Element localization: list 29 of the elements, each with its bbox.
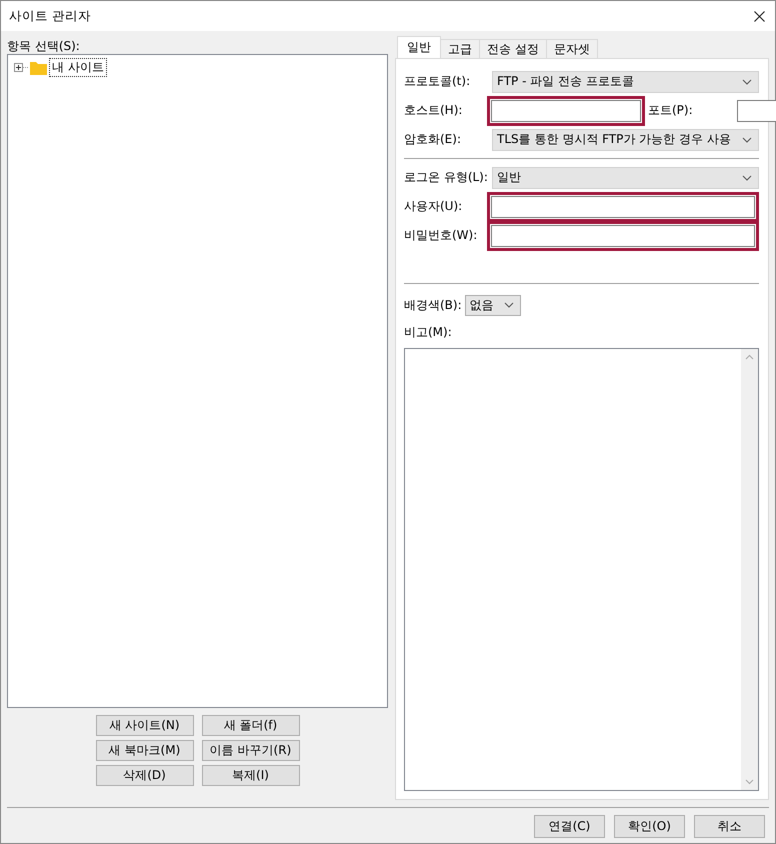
encryption-dropdown[interactable]: TLS를 통한 명시적 FTP가 가능한 경우 사용 [492,128,759,150]
color-dropdown[interactable]: 없음 [464,294,521,316]
tab[interactable]: 고급 [440,39,480,58]
site-button[interactable]: 새 사이트(N) [96,715,194,736]
field-label: 포트(P): [648,102,694,119]
dialog-button[interactable]: 연결(C) [534,815,605,838]
site-button[interactable]: 이름 바꾸기(R) [202,740,300,761]
site-button[interactable]: 새 북마크(M) [96,740,194,761]
field-label: 비고(M): [404,324,453,341]
window-title: 사이트 관리자 [9,8,91,24]
field-label: 비밀번호(W): [404,227,478,244]
field-label: 배경색(B): [404,296,462,314]
tab[interactable]: 전송 설정 [479,39,547,58]
tab[interactable]: 일반 [397,36,441,58]
site-button[interactable]: 복제(I) [202,765,300,786]
logon-type-dropdown[interactable]: 일반 [492,166,759,188]
dialog-button[interactable]: 확인(O) [614,815,685,838]
field-label: 사용자(U): [404,198,464,215]
protocol-dropdown[interactable]: FTP - 파일 전송 프로토콜 [492,70,759,92]
site-button[interactable]: 새 폴더(f) [202,715,300,736]
tree-item[interactable]: 내 사이트 [49,58,107,77]
field-label: 암호화(E): [404,131,462,148]
site-button[interactable]: 삭제(D) [96,765,194,786]
dialog-button[interactable]: 취소 [694,815,765,838]
tree-label: 항목 선택(S): [7,38,81,54]
field-label: 프로토콜(t): [404,73,472,90]
field-label: 호스트(H): [404,102,464,119]
tab[interactable]: 문자셋 [546,39,598,58]
field-label: 로그온 유형(L): [404,169,489,186]
